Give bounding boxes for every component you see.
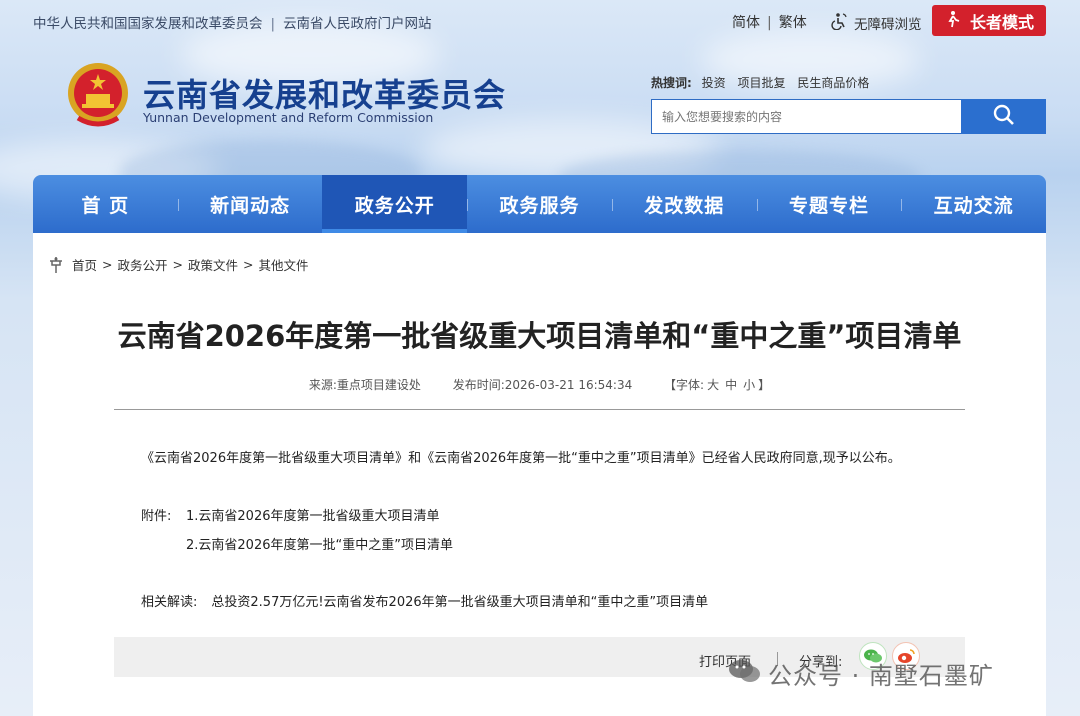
font-size-control: 【字体: 大中小】: [664, 378, 770, 392]
location-icon: [48, 256, 64, 274]
nav-gov-services[interactable]: 政务服务: [467, 175, 612, 233]
related-label: 相关解读:: [141, 595, 198, 610]
font-size-suffix: 】: [758, 378, 771, 392]
national-emblem-icon: [64, 60, 132, 130]
breadcrumb: 首页 > 政务公开 > 政策文件 > 其他文件: [48, 255, 309, 274]
attachments-label: 附件:: [141, 509, 172, 524]
simplified-button[interactable]: 简体: [732, 15, 760, 31]
article-source: 来源:重点项目建设处: [308, 378, 421, 392]
traditional-button[interactable]: 繁体: [779, 15, 807, 31]
nav-interaction[interactable]: 互动交流: [901, 175, 1046, 233]
hot-label: 热搜词:: [651, 76, 692, 90]
font-size-large[interactable]: 大: [707, 378, 719, 392]
content-card: 首页 > 政务公开 > 政策文件 > 其他文件 云南省2026年度第一批省级重大项目清…: [33, 233, 1046, 716]
attachment-link[interactable]: 2.云南省2026年度第一批“重中之重”项目清单: [186, 534, 453, 553]
hot-word[interactable]: 民生商品价格: [797, 76, 869, 90]
accessibility-label: 无障碍浏览: [854, 17, 922, 33]
breadcrumb-other[interactable]: 其他文件: [259, 255, 309, 274]
accessibility-icon: [830, 12, 848, 34]
article-body: 《云南省2026年度第一批省级重大项目清单》和《云南省2026年度第一批“重中之…: [141, 451, 901, 466]
search-icon: [993, 104, 1015, 129]
wechat-watermark-icon: [728, 657, 762, 691]
elder-mode-label: 长者模式: [969, 12, 1034, 32]
font-size-small[interactable]: 小: [743, 378, 755, 392]
nav-topics[interactable]: 专题专栏: [756, 175, 902, 233]
elder-icon: [944, 10, 962, 32]
search-box: [651, 99, 1046, 134]
site-subtitle: Yunnan Development and Reform Commission: [143, 110, 434, 125]
breadcrumb-policy[interactable]: 政策文件: [188, 255, 238, 274]
nav-home[interactable]: 首 页: [33, 175, 178, 233]
attachment-link[interactable]: 1.云南省2026年度第一批省级重大项目清单: [186, 505, 440, 524]
divider: [114, 409, 965, 410]
hot-word[interactable]: 投资: [702, 76, 726, 90]
breadcrumb-home[interactable]: 首页: [72, 255, 97, 274]
language-switch: 简体 | 繁体: [732, 15, 807, 31]
accessibility-button[interactable]: 无障碍浏览: [830, 12, 922, 34]
search-button[interactable]: [961, 99, 1046, 134]
top-bar: 中华人民共和国国家发展和改革委员会 | 云南省人民政府门户网站 简体 | 繁体 无障碍浏…: [33, 5, 1046, 40]
elder-mode-button[interactable]: 长者模式: [932, 5, 1046, 36]
related-link[interactable]: 总投资2.57万亿元!云南省发布2026年第一批省级重大项目清单和“重中之重”项…: [211, 595, 708, 610]
watermark: 公众号 · 南墅石墨矿: [728, 656, 994, 691]
search-input[interactable]: [651, 99, 961, 134]
article-meta: 来源:重点项目建设处 发布时间:2026-03-21 16:54:34 【字体:…: [33, 376, 1046, 393]
nav-data[interactable]: 发改数据: [611, 175, 757, 233]
hot-word[interactable]: 项目批复: [737, 76, 785, 90]
article-title: 云南省2026年度第一批省级重大项目清单和“重中之重”项目清单: [117, 319, 962, 353]
breadcrumb-gov-open[interactable]: 政务公开: [118, 255, 168, 274]
font-size-prefix: 【字体:: [664, 378, 705, 392]
hot-search-words: 热搜词: 投资 项目批复 民生商品价格: [651, 74, 877, 91]
font-size-medium[interactable]: 中: [725, 378, 737, 392]
nav-gov-affairs-open[interactable]: 政务公开: [322, 175, 468, 233]
link-ndrc[interactable]: 中华人民共和国国家发展和改革委员会: [33, 16, 263, 32]
top-links: 中华人民共和国国家发展和改革委员会 | 云南省人民政府门户网站: [33, 16, 432, 32]
link-yunnan-gov[interactable]: 云南省人民政府门户网站: [283, 16, 432, 32]
related-reading: 相关解读: 总投资2.57万亿元!云南省发布2026年第一批省级重大项目清单和“重…: [141, 591, 708, 610]
nav-news[interactable]: 新闻动态: [177, 175, 323, 233]
article-published: 发布时间:2026-03-21 16:54:34: [452, 378, 633, 392]
main-nav: 首 页 新闻动态 政务公开 政务服务 发改数据 专题专栏 互动交流: [33, 175, 1046, 233]
watermark-text: 公众号 · 南墅石墨矿: [768, 662, 994, 690]
